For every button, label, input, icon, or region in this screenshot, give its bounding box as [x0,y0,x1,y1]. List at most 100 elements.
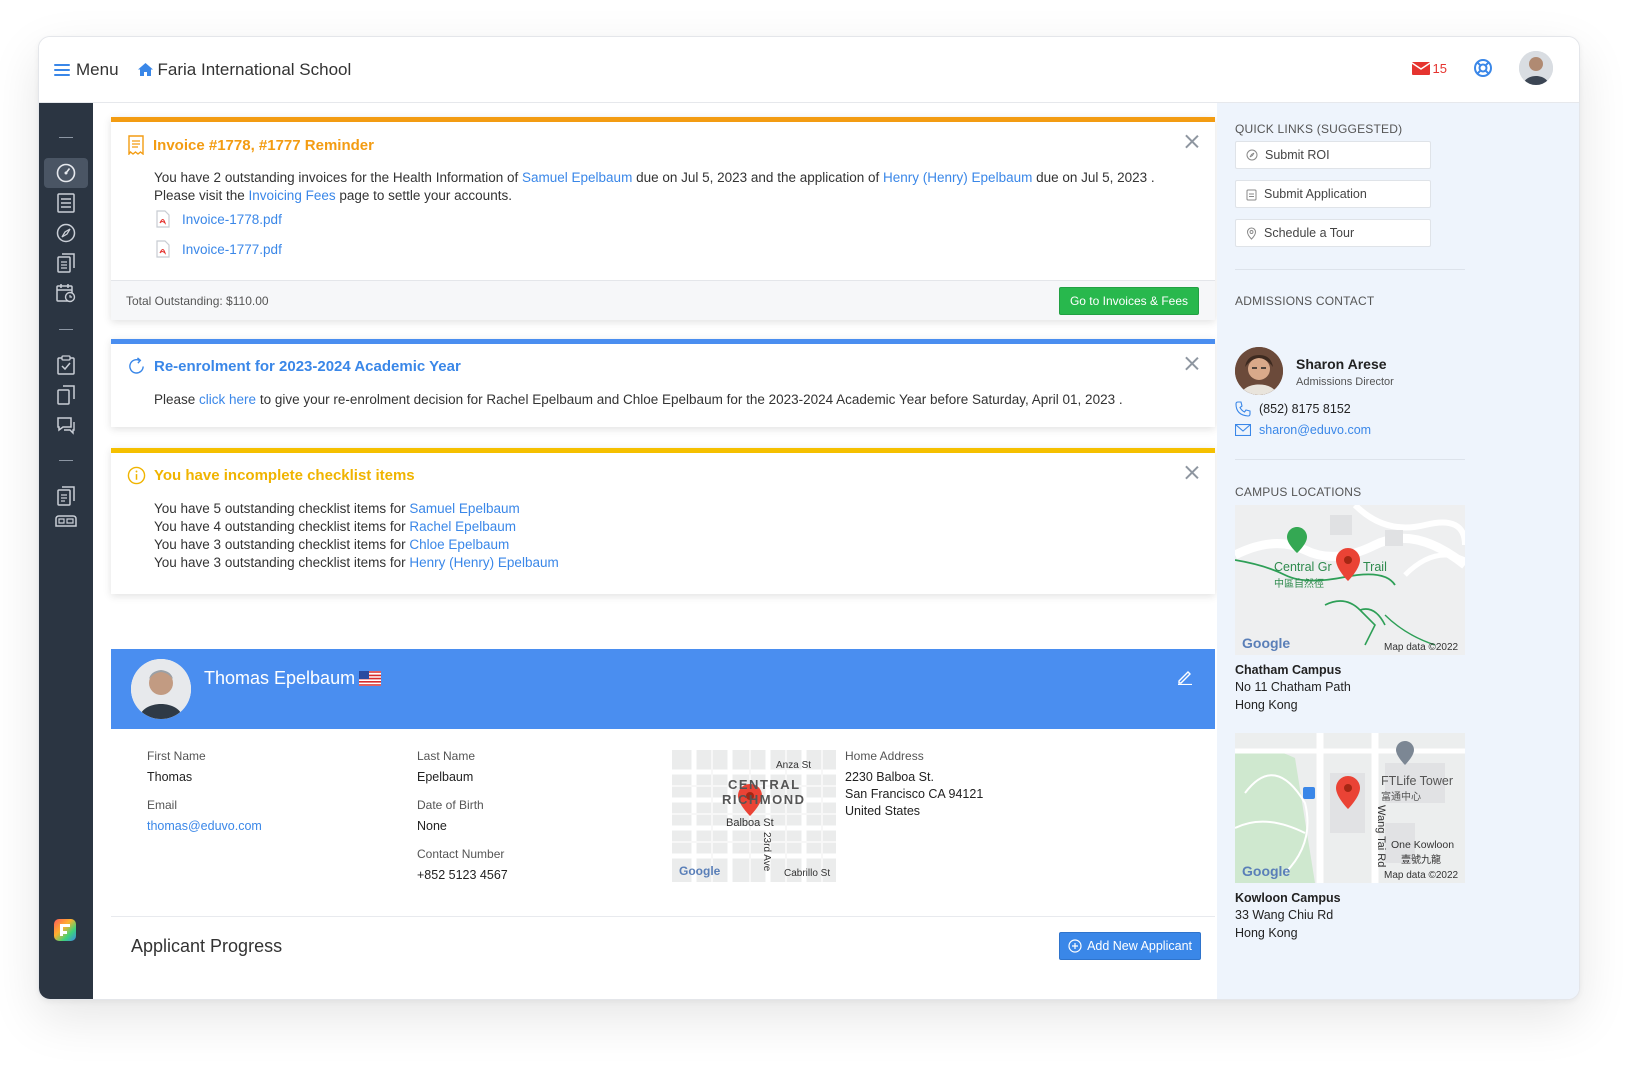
section-divider [111,916,1215,917]
help-lifebuoy-icon[interactable] [1473,58,1493,78]
first-name-label: First Name [147,749,206,763]
checklist-student-link[interactable]: Samuel Epelbaum [409,501,519,516]
hamburger-icon [54,63,70,76]
card-title: You have incomplete checklist items [127,466,415,485]
admissions-heading: ADMISSIONS CONTACT [1235,294,1375,308]
mail-button[interactable]: 15 [1411,61,1447,76]
us-flag-icon [359,671,381,686]
report-pages-icon [57,486,75,506]
compass-icon [1246,149,1258,161]
user-avatar[interactable] [1519,51,1553,85]
checklist-card: You have incomplete checklist items You … [111,448,1215,594]
school-home-link[interactable]: Faria International School [137,59,352,80]
sidebar-item-bus[interactable] [44,507,88,537]
campus-address-line: No 11 Chatham Path [1235,680,1351,694]
campus-address-line: Hong Kong [1235,926,1298,940]
menu-label: Menu [76,59,119,79]
sidebar-item-checklist[interactable] [44,350,88,380]
invoicing-fees-link[interactable]: Invoicing Fees [249,188,336,203]
faria-logo [54,919,76,941]
address-line: 2230 Balboa St. [845,770,934,784]
checklist-text: You have 5 outstanding checklist items f… [154,501,410,516]
map-street-label: 23rd Ave [761,832,772,872]
kowloon-campus-map[interactable]: FTLife Tower 富通中心 Wang Tai Rd One Kowloo… [1235,733,1465,883]
checklist-row: You have 4 outstanding checklist items f… [154,518,559,536]
close-icon[interactable] [1185,135,1199,149]
sidebar-item-messages[interactable] [44,410,88,440]
sidebar-item-calendar[interactable] [44,278,88,308]
calendar-clock-icon [56,284,76,303]
checklist-items: You have 5 outstanding checklist items f… [154,500,559,572]
google-logo: Google [1242,635,1291,651]
invoice-file-link[interactable]: Invoice-1777.pdf [156,240,282,258]
checklist-student-link[interactable]: Rachel Epelbaum [409,519,516,534]
menu-button[interactable]: Menu [54,60,119,80]
student-link-samuel[interactable]: Samuel Epelbaum [522,170,632,185]
checklist-student-link[interactable]: Henry (Henry) Epelbaum [409,555,558,570]
documents-icon [57,253,75,273]
admissions-phone-number: (852) 8175 8152 [1259,402,1351,416]
right-panel: QUICK LINKS (SUGGESTED) Submit ROI Submi… [1217,103,1579,999]
checklist-text: You have 4 outstanding checklist items f… [154,519,410,534]
admissions-email-link[interactable]: sharon@eduvo.com [1259,423,1371,437]
edit-pencil-icon[interactable] [1177,669,1193,685]
sidebar-separator [59,137,73,138]
campus-address-line: Hong Kong [1235,698,1298,712]
map-trail-label-cn: 中區自然徑 [1274,579,1324,590]
invoice-text: page to settle your accounts. [335,188,512,203]
google-logo: Google [1242,863,1291,879]
invoice-text: Please visit the [154,188,249,203]
invoice-file-name[interactable]: Invoice-1777.pdf [182,242,282,257]
admissions-phone: (852) 8175 8152 [1235,401,1351,417]
invoice-reminder-card: Invoice #1778, #1777 Reminder You have 2… [111,117,1215,320]
last-name-value: Epelbaum [417,770,474,784]
checklist-row: You have 3 outstanding checklist items f… [154,536,559,554]
close-icon[interactable] [1185,357,1199,371]
pdf-file-icon [156,240,170,258]
invoice-file-name[interactable]: Invoice-1778.pdf [182,212,282,227]
chat-bubbles-icon [57,417,75,435]
applicant-progress-title: Applicant Progress [131,936,283,956]
campus-name: Chatham Campus [1235,663,1342,677]
schedule-tour-button[interactable]: Schedule a Tour [1235,219,1431,247]
clipboard-check-icon [57,355,75,375]
invoice-message: You have 2 outstanding invoices for the … [154,169,1194,205]
email-link[interactable]: thomas@eduvo.com [147,818,262,835]
school-name: Faria International School [157,59,352,79]
plus-circle-icon [1068,939,1082,953]
sidebar-item-forms[interactable] [44,188,88,218]
click-here-link[interactable]: click here [199,392,256,407]
sidebar-item-dashboard[interactable] [44,158,88,188]
invoice-text: You have 2 outstanding invoices for the … [154,170,522,185]
sidebar-item-compass[interactable] [44,218,88,248]
checklist-row: You have 5 outstanding checklist items f… [154,500,559,518]
admissions-email[interactable]: sharon@eduvo.com [1235,423,1371,437]
chatham-campus-map[interactable]: Central Gr Trail 中區自然徑 Google Map data ©… [1235,505,1465,655]
sidebar-item-copies[interactable] [44,380,88,410]
section-divider [1235,269,1465,270]
checklist-student-link[interactable]: Chloe Epelbaum [409,537,509,552]
reenrolment-text: to give your re-enrolment decision for R… [256,392,1123,407]
submit-application-button[interactable]: Submit Application [1235,180,1431,208]
invoice-file-link[interactable]: Invoice-1778.pdf [156,210,282,228]
admissions-contact-name: Sharon Arese [1296,356,1387,372]
close-icon[interactable] [1185,466,1199,480]
map-district-label: RICHMOND [722,792,806,807]
go-to-invoices-button[interactable]: Go to Invoices & Fees [1058,287,1199,315]
dob-value: None [417,819,447,833]
student-link-henry[interactable]: Henry (Henry) Epelbaum [883,170,1032,185]
address-line: United States [845,804,921,818]
reenrolment-message: Please click here to give your re-enrolm… [154,391,1194,409]
total-outstanding: Total Outstanding: $110.00 [126,294,269,308]
card-accent-bar [111,339,1215,344]
invoice-footer: Total Outstanding: $110.00 Go to Invoice… [111,280,1215,320]
card-title: Invoice #1778, #1777 Reminder [127,135,374,155]
sidebar-item-documents[interactable] [44,248,88,278]
map-building-label-cn: 富通中心 [1381,792,1421,803]
home-map[interactable]: Anza St CENTRAL RICHMOND Balboa St 23rd … [672,750,836,882]
submit-roi-button[interactable]: Submit ROI [1235,141,1431,169]
campus-address-line: 33 Wang Chiu Rd [1235,908,1334,922]
home-icon [137,63,153,76]
add-new-applicant-button[interactable]: Add New Applicant [1059,932,1201,960]
campus-name: Kowloon Campus [1235,891,1341,905]
